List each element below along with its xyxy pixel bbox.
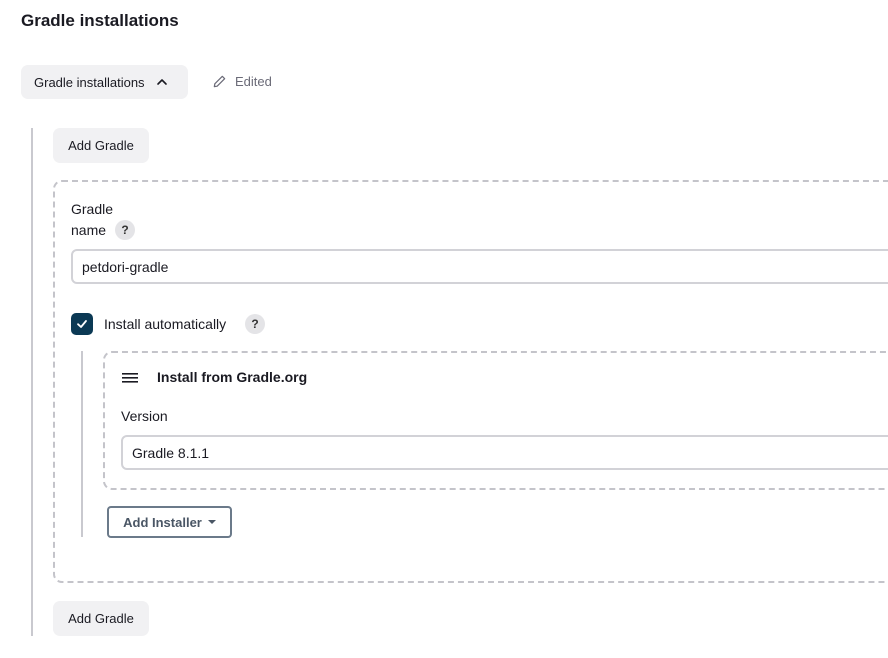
edited-status: Edited <box>212 74 272 89</box>
chevron-up-icon <box>156 79 167 85</box>
name-label-line2: name <box>71 222 107 238</box>
installations-left-rule <box>31 128 33 636</box>
gradle-installations-toggle-button[interactable]: Gradle installations <box>21 65 188 99</box>
drag-handle-icon[interactable] <box>122 372 138 384</box>
version-label: Version <box>121 408 168 424</box>
add-gradle-button-top[interactable]: Add Gradle <box>53 128 149 163</box>
edited-label: Edited <box>235 74 272 89</box>
pencil-icon <box>213 75 226 88</box>
add-installer-button[interactable]: Add Installer <box>107 506 232 538</box>
gradle-installations-page: Gradle installations Gradle installation… <box>0 0 888 658</box>
installer-title: Install from Gradle.org <box>157 369 308 385</box>
toggle-button-label: Gradle installations <box>34 74 145 90</box>
install-automatically-checkbox[interactable] <box>71 313 93 335</box>
name-help-icon[interactable]: ? <box>115 220 135 240</box>
caret-down-icon <box>207 520 216 524</box>
section-title: Gradle installations <box>21 11 179 30</box>
installer-left-rule <box>81 351 83 537</box>
install-automatically-label: Install automatically <box>104 316 227 332</box>
add-gradle-button-bottom[interactable]: Add Gradle <box>53 601 149 636</box>
add-installer-label: Add Installer <box>123 514 202 530</box>
version-select[interactable]: Gradle 8.1.1 <box>121 435 888 470</box>
gradle-name-input[interactable]: petdori-gradle <box>71 249 888 284</box>
name-label-line1: Gradle <box>71 201 114 217</box>
install-auto-help-icon[interactable]: ? <box>245 314 265 334</box>
checkmark-icon <box>77 320 87 328</box>
